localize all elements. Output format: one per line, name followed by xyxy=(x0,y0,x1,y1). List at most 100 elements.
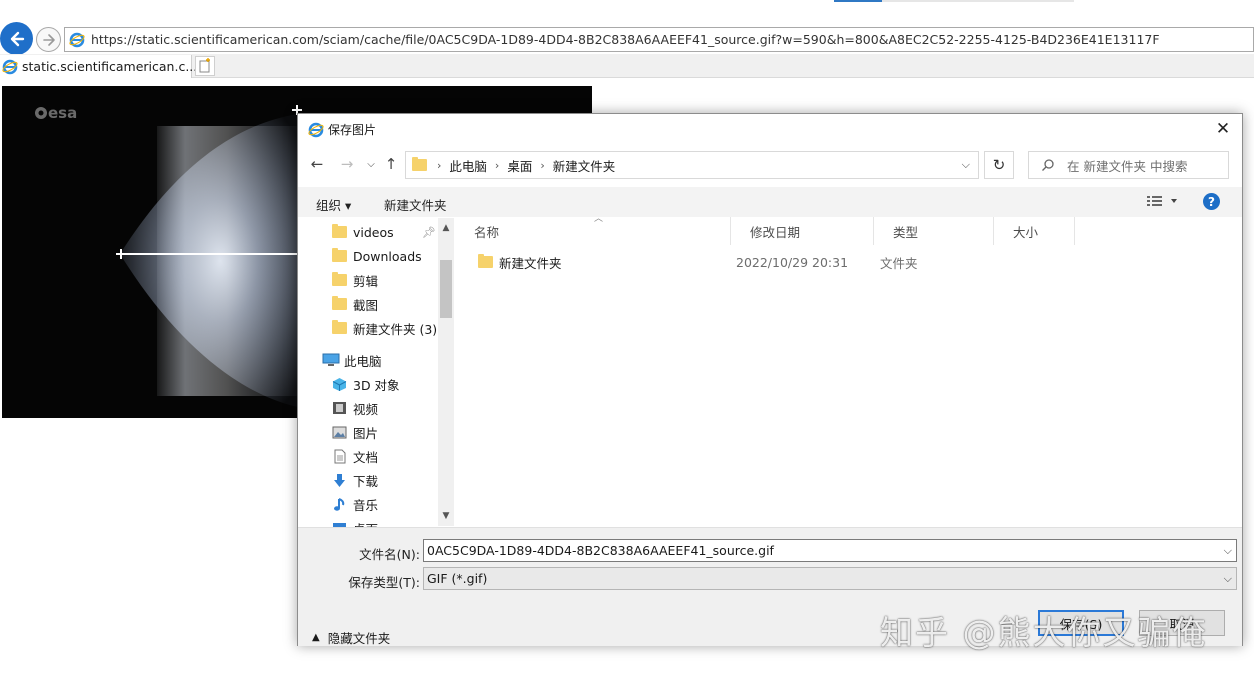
forward-arrow-icon xyxy=(42,33,55,46)
tree-item-downloads-lib[interactable]: 下载 xyxy=(332,469,378,491)
tree-item-label: 视频 xyxy=(353,401,379,417)
up-arrow-icon[interactable]: ↑ xyxy=(382,155,400,173)
scroll-thumb[interactable] xyxy=(440,260,452,318)
column-header-label: 类型 xyxy=(893,224,919,240)
esa-logo-text: esa xyxy=(48,104,78,122)
file-list: 名称 ︿ 修改日期 类型 大小 新建文件夹 2022/10/29 20:31 文… xyxy=(456,214,1242,527)
dialog-title-bar: 保存图片 xyxy=(308,121,376,138)
view-options-button[interactable] xyxy=(1147,195,1177,210)
url-text: https://static.scientificamerican.com/sc… xyxy=(91,32,1160,47)
tree-item-label: 图片 xyxy=(353,425,379,441)
nav-row: ← → ⌵ ↑ › 此电脑 › 桌面 › 新建文件夹 ⌵ ↻ 在 新建文件夹 中… xyxy=(298,148,1242,182)
refresh-button[interactable]: ↻ xyxy=(984,151,1014,179)
back-arrow-icon[interactable]: ← xyxy=(308,155,326,173)
watermark: 知乎 @熊大你又骗俺 xyxy=(880,613,1208,652)
column-header-date[interactable]: 修改日期 xyxy=(732,217,874,245)
column-header-label: 大小 xyxy=(1013,224,1039,240)
back-button[interactable] xyxy=(0,22,33,55)
cube-icon xyxy=(332,377,347,391)
help-icon[interactable]: ? xyxy=(1203,193,1220,210)
folder-icon xyxy=(332,248,347,262)
breadcrumb[interactable]: › 此电脑 › 桌面 › 新建文件夹 ⌵ xyxy=(405,151,979,179)
folder-icon xyxy=(332,272,347,286)
browser-tab[interactable]: static.scientificamerican.c... × xyxy=(0,55,213,78)
close-icon[interactable]: ✕ xyxy=(1210,118,1236,140)
forward-arrow-icon[interactable]: → xyxy=(338,155,356,173)
filetype-select[interactable]: GIF (*.gif) ⌵ xyxy=(423,567,1237,590)
tree-item-label: 下载 xyxy=(353,473,379,489)
breadcrumb-item[interactable]: 新建文件夹 xyxy=(553,156,616,175)
tree-item-clips[interactable]: 剪辑 xyxy=(332,269,378,291)
column-header-name[interactable]: 名称 ︿ xyxy=(456,214,731,245)
tree-scrollbar[interactable]: ▲ ▼ xyxy=(438,218,454,526)
video-icon xyxy=(333,402,346,414)
forward-button[interactable] xyxy=(36,27,61,52)
tree-item-this-pc[interactable]: 此电脑 xyxy=(322,349,382,371)
column-header-type[interactable]: 类型 xyxy=(875,217,994,245)
breadcrumb-separator: › xyxy=(494,158,500,172)
new-tab-icon xyxy=(199,58,210,73)
esa-logo: esa xyxy=(34,104,77,122)
search-icon xyxy=(1042,159,1054,171)
tree-item-music[interactable]: 音乐 xyxy=(332,493,378,515)
tree-item-label: 剪辑 xyxy=(353,273,379,289)
tree-item-label: 3D 对象 xyxy=(353,377,400,393)
download-icon xyxy=(334,473,345,487)
chevron-down-icon[interactable]: ⌵ xyxy=(1224,572,1232,586)
ie-icon xyxy=(308,122,324,137)
tree-item-screenshots[interactable]: 截图 xyxy=(332,293,378,315)
column-header-size[interactable]: 大小 xyxy=(995,217,1075,245)
top-edge-indicator xyxy=(834,0,1074,2)
file-date-cell: 2022/10/29 20:31 xyxy=(736,254,849,270)
chevron-down-icon[interactable]: ⌵ xyxy=(362,155,380,173)
breadcrumb-separator: › xyxy=(437,158,442,172)
back-arrow-icon xyxy=(10,31,24,46)
organize-button[interactable]: 组织 ▾ xyxy=(316,195,351,214)
breadcrumb-item[interactable]: 此电脑 xyxy=(449,156,487,175)
save-dialog: 保存图片 ✕ ← → ⌵ ↑ › 此电脑 › 桌面 › 新建文件夹 ⌵ ↻ 在 … xyxy=(297,113,1243,646)
tree-item-documents[interactable]: 文档 xyxy=(332,445,378,467)
address-bar[interactable]: https://static.scientificamerican.com/sc… xyxy=(64,27,1254,52)
search-input[interactable]: 在 新建文件夹 中搜索 xyxy=(1028,151,1229,179)
scroll-up-icon[interactable]: ▲ xyxy=(438,220,454,236)
column-header-label: 名称 xyxy=(474,224,500,240)
file-row[interactable]: 新建文件夹 2022/10/29 20:31 文件夹 xyxy=(456,251,1242,273)
folder-icon xyxy=(478,254,493,268)
new-folder-button[interactable]: 新建文件夹 xyxy=(384,195,447,214)
hide-folders-toggle[interactable]: ▲ 隐藏文件夹 xyxy=(312,628,390,647)
folder-icon xyxy=(332,224,347,238)
new-tab-button[interactable] xyxy=(195,56,215,76)
picture-icon xyxy=(332,426,347,438)
tree-item-new-folder-3[interactable]: 新建文件夹 (3) xyxy=(332,317,437,339)
filename-input[interactable]: 0AC5C9DA-1D89-4DD4-8B2C838A6AAEEF41_sour… xyxy=(423,539,1237,562)
tree-item-videos-lib[interactable]: 视频 xyxy=(332,397,378,419)
breadcrumb-separator: › xyxy=(540,158,545,172)
tree-item-downloads[interactable]: Downloads xyxy=(332,245,422,267)
hide-folders-label: 隐藏文件夹 xyxy=(327,631,391,646)
tree-item-label: 截图 xyxy=(353,297,379,313)
tree-item-pictures[interactable]: 图片 xyxy=(332,421,378,443)
tree-item-videos[interactable]: videos 📌︎ xyxy=(332,221,436,243)
filename-label: 文件名(N): xyxy=(359,547,420,562)
pin-icon: 📌︎ xyxy=(422,225,436,239)
music-icon xyxy=(334,497,345,511)
dialog-toolbar: 组织 ▾ 新建文件夹 ? xyxy=(298,187,1242,217)
chevron-down-icon[interactable]: ⌵ xyxy=(1224,544,1232,558)
tree-item-label: 文档 xyxy=(353,449,379,465)
filetype-value: GIF (*.gif) xyxy=(427,571,488,586)
tree-item-desktop[interactable]: 桌面 xyxy=(332,517,378,527)
tree-item-label: Downloads xyxy=(353,248,422,264)
scroll-down-icon[interactable]: ▼ xyxy=(438,508,454,524)
view-list-icon xyxy=(1147,196,1177,206)
folder-icon xyxy=(412,157,427,171)
refresh-icon: ↻ xyxy=(992,156,1006,174)
ie-icon xyxy=(2,59,18,74)
file-name: 新建文件夹 xyxy=(499,255,562,271)
breadcrumb-item[interactable]: 桌面 xyxy=(507,156,532,175)
tree-item-3d-objects[interactable]: 3D 对象 xyxy=(332,373,400,395)
tab-title: static.scientificamerican.c... xyxy=(22,59,198,74)
sort-up-icon: ︿ xyxy=(594,214,604,224)
chevron-down-icon[interactable]: ⌵ xyxy=(962,158,970,172)
folder-icon xyxy=(332,320,347,334)
tree-item-label: 音乐 xyxy=(353,497,379,513)
